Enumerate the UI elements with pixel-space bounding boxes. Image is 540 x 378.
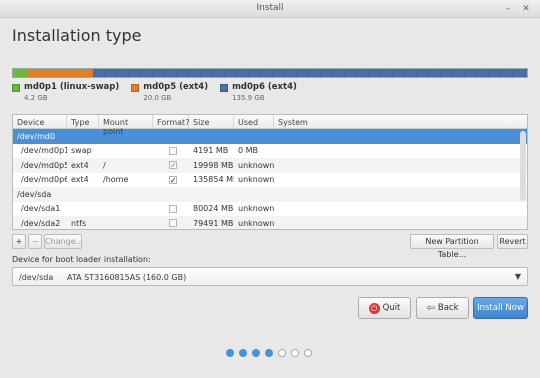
table-row-group[interactable]: /dev/md0 [13,129,527,144]
column-header-type[interactable]: Type [67,115,99,129]
step-dot [291,349,299,357]
step-dot [252,349,260,357]
step-dot [226,349,234,357]
table-header: Device Type Mount point Format? Size Use… [13,115,527,136]
minimize-icon[interactable]: – [502,3,514,15]
partition-table: Device Type Mount point Format? Size Use… [12,114,528,230]
partition-bar-segment-md0p6 [93,69,527,77]
boot-loader-label: Device for boot loader installation: [12,255,151,264]
legend-name: md0p6 (ext4) [232,82,297,92]
legend-size: 4.2 GB [24,94,48,102]
cell-type: ntfs [71,218,87,228]
cell-device: /dev/sda2 [21,218,61,228]
legend-swatch [131,84,140,92]
column-header-system[interactable]: System [274,115,527,129]
window-title: Install [256,3,284,13]
step-dot [278,349,286,357]
cell-device: /dev/sda [17,189,52,199]
partition-bar [12,68,528,78]
format-checkbox[interactable] [169,219,177,228]
quit-button[interactable]: ⏻ Quit [358,297,411,319]
legend-item: md0p5 (ext4) 20.0 GB [131,82,208,102]
table-row[interactable]: /dev/sda2 ntfs 79491 MB unknown [13,216,527,229]
cell-device: /dev/md0p6 [21,175,67,185]
cell-type: swap [71,146,92,156]
cell-size: 79491 MB [193,218,234,228]
cell-device: /dev/sda1 [21,204,61,214]
partition-bar-segment-md0p5 [28,69,94,77]
legend-size: 20.0 GB [143,94,172,102]
change-partition-button[interactable]: Change... [44,234,83,249]
partition-legend: md0p1 (linux-swap) 4.2 GB md0p5 (ext4) 2… [12,82,297,102]
legend-size: 135.9 GB [232,94,265,102]
column-header-used[interactable]: Used [234,115,274,129]
cell-used: 0 MB [238,146,259,156]
legend-item: md0p1 (linux-swap) 4.2 GB [12,82,119,102]
cell-format: ✓ [153,161,189,170]
add-partition-button[interactable]: + [12,234,26,249]
legend-swatch [12,84,20,92]
cell-used: unknown [238,218,274,228]
boot-device: /dev/sda [19,273,54,282]
table-scrollbar[interactable] [520,131,526,201]
new-partition-table-button[interactable]: New Partition Table... [410,234,494,259]
column-header-size[interactable]: Size [189,115,234,129]
partition-toolbar: + − Change... New Partition Table... Rev… [12,234,528,259]
cell-size: 19998 MB [193,160,234,170]
install-now-button[interactable]: Install Now [473,297,528,319]
revert-button[interactable]: Revert [497,234,528,249]
cell-device: /dev/md0p5 [21,160,67,170]
cell-device: /dev/md0 [17,131,56,141]
cell-format [153,146,189,155]
page-title: Installation type [12,26,142,45]
cell-format [153,204,189,213]
cell-format: ✓ [153,175,189,184]
step-indicator [226,349,312,357]
format-checkbox[interactable]: ✓ [169,161,177,170]
column-header-device[interactable]: Device [13,115,67,129]
cell-mount: /home [103,175,129,185]
cell-size: 135854 MB [193,175,234,185]
partition-bar-segment-swap [13,69,29,77]
legend-item: md0p6 (ext4) 135.9 GB [220,82,297,102]
close-icon[interactable]: ✕ [520,3,532,15]
format-checkbox[interactable] [169,146,177,155]
install-now-label: Install Now [477,303,524,313]
cell-format [153,219,189,228]
format-checkbox[interactable]: ✓ [169,175,177,184]
cell-device: /dev/md0p1 [21,146,67,156]
column-header-format[interactable]: Format? [153,115,189,129]
legend-swatch [220,84,229,92]
cell-type: ext4 [71,175,89,185]
table-row[interactable]: /dev/md0p5 ext4 / ✓ 19998 MB unknown [13,158,527,173]
cell-used: unknown [238,175,274,185]
cell-size: 4191 MB [193,146,229,156]
title-bar: Install – ✕ [0,0,540,18]
step-dot [239,349,247,357]
legend-name: md0p1 (linux-swap) [24,82,120,92]
cell-used: unknown [238,160,274,170]
format-checkbox[interactable] [169,204,177,213]
power-icon: ⏻ [368,302,380,314]
remove-partition-button[interactable]: − [28,234,42,249]
quit-label: Quit [382,303,401,313]
step-dot [265,349,273,357]
boot-device-description: ATA ST3160815AS (160.0 GB) [67,273,187,282]
table-row[interactable]: /dev/md0p6 ext4 /home ✓ 135854 MB unknow… [13,173,527,188]
table-row[interactable]: /dev/md0p1 swap 4191 MB 0 MB [13,144,527,159]
table-row-group[interactable]: /dev/sda [13,187,527,202]
cell-mount: / [103,160,106,170]
step-dot [304,349,312,357]
cell-size: 80024 MB [193,204,234,214]
legend-name: md0p5 (ext4) [143,82,209,92]
chevron-down-icon: ▼ [514,272,521,281]
boot-loader-select[interactable]: /dev/sda ATA ST3160815AS (160.0 GB) ▼ [12,267,528,286]
back-arrow-icon: ⇦ [426,302,435,314]
cell-type: ext4 [71,160,89,170]
back-label: Back [437,303,459,313]
cell-used: unknown [238,204,274,214]
back-button[interactable]: ⇦ Back [416,297,469,319]
column-header-mount[interactable]: Mount point [99,115,153,136]
table-row[interactable]: /dev/sda1 80024 MB unknown [13,202,527,217]
